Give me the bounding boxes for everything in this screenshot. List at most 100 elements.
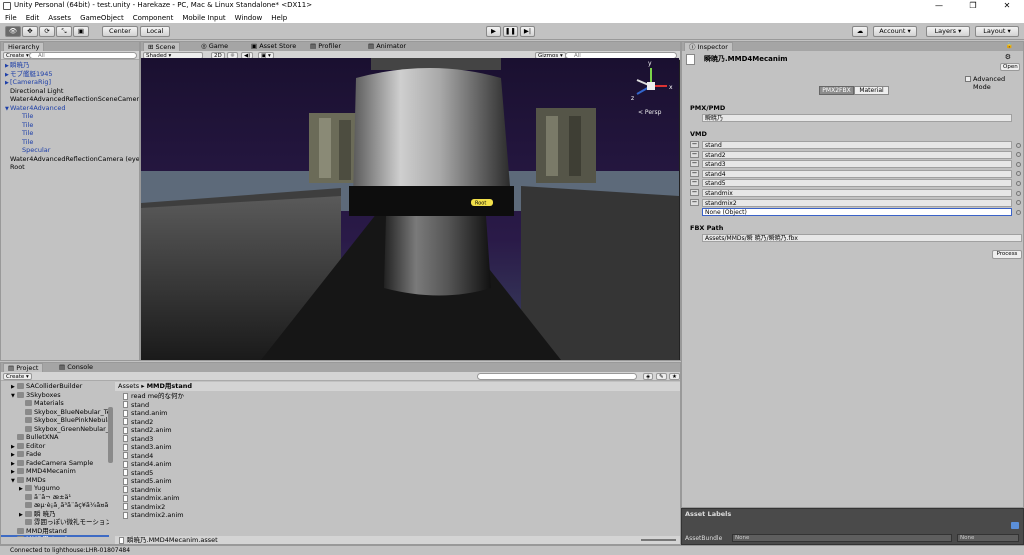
project-file-item[interactable]: standmix2.anim [123,511,523,520]
account-dropdown[interactable]: Account ▾ [873,26,917,37]
scene-viewport[interactable]: y x z < Persp Root [141,58,679,360]
hierarchy-item[interactable]: ▶モブ艦艇1945 [1,70,139,79]
object-picker-icon[interactable] [1016,180,1021,186]
vmd-field[interactable]: stand [702,141,1012,149]
hierarchy-item[interactable]: Tile [1,129,139,138]
project-folder-item[interactable]: MMD用stand [1,535,109,537]
hierarchy-item[interactable]: Water4AdvancedReflectionSceneCamera [1,95,139,104]
fbx-path-field[interactable]: Assets/MMDs/瞬 暁乃/瞬暁乃.fbx [702,234,1022,242]
project-file-item[interactable]: standmix2 [123,503,523,512]
project-file-item[interactable]: standmix [123,486,523,495]
project-folder-item[interactable]: æµ·è¡ã¸ã³ã¨ãç¥ã¼ã¤ã [1,501,109,510]
scale-tool-icon[interactable]: ⤡ [56,26,72,37]
hierarchy-item[interactable]: ▶[CameraRig] [1,78,139,87]
project-search-input[interactable] [477,373,637,380]
layers-dropdown[interactable]: Layers ▾ [926,26,970,37]
vmd-field[interactable]: stand4 [702,169,1012,178]
asset-bundle-select[interactable]: None [732,534,952,542]
project-folder-item[interactable]: Skybox_BlueNebular_Te [1,408,109,417]
project-folder-item[interactable]: ▼ MMDs [1,476,109,485]
advanced-mode-checkbox[interactable] [965,76,971,82]
tab-scene[interactable]: ⊞ Scene [143,42,181,51]
project-folder-item[interactable]: ã¨ã¬ æ±ä¹ [1,493,109,502]
project-file-item[interactable]: stand5 [123,469,523,478]
remove-vmd-button[interactable]: − [690,189,699,196]
rect-tool-icon[interactable]: ▣ [73,26,89,37]
object-picker-icon[interactable] [1016,190,1021,196]
asset-variant-select[interactable]: None [957,534,1019,542]
close-button[interactable]: ✕ [990,0,1024,12]
vmd-field[interactable]: stand2 [702,150,1012,159]
menu-window[interactable]: Window [235,14,263,22]
tab-console[interactable]: ▤ Console [55,363,97,372]
vmd-field[interactable]: standmix2 [702,198,1012,207]
project-file-item[interactable]: stand4 [123,452,523,461]
project-file-item[interactable]: read me的な何か [123,392,523,401]
project-file-item[interactable]: stand2.anim [123,426,523,435]
maximize-button[interactable]: ❐ [956,0,990,12]
project-folder-item[interactable]: Materials [1,399,109,408]
play-button[interactable]: ▶ [486,26,501,37]
menu-mobile-input[interactable]: Mobile Input [182,14,225,22]
tab-animator[interactable]: ▤ Animator [364,42,410,51]
tab-material[interactable]: Material [854,86,889,95]
object-picker-icon[interactable] [1016,142,1021,148]
object-picker-icon[interactable] [1016,200,1021,206]
cloud-icon[interactable]: ☁ [852,26,868,37]
menu-edit[interactable]: Edit [26,14,40,22]
rotate-tool-icon[interactable]: ⟳ [39,26,55,37]
hierarchy-item[interactable]: Tile [1,121,139,130]
object-picker-icon[interactable] [1016,152,1021,158]
process-button[interactable]: Process [992,250,1022,259]
breadcrumb-assets[interactable]: Assets [118,382,139,390]
menu-component[interactable]: Component [133,14,174,22]
project-file-item[interactable]: stand3.anim [123,443,523,452]
icon-size-slider[interactable] [641,539,676,541]
vmd-field[interactable]: stand5 [702,179,1012,188]
pivot-center-button[interactable]: Center [102,26,138,37]
project-file-item[interactable]: stand3 [123,435,523,444]
tab-inspector[interactable]: ⓘ Inspector [684,42,733,51]
project-file-item[interactable]: stand4.anim [123,460,523,469]
minimize-button[interactable]: — [922,0,956,12]
hierarchy-item[interactable]: Specular [1,146,139,155]
remove-vmd-button[interactable]: − [690,169,699,177]
project-create-button[interactable]: Create ▾ [3,373,32,380]
step-button[interactable]: ▶| [520,26,535,37]
project-folder-item[interactable]: Skybox_GreenNebular_ [1,425,109,434]
tab-project[interactable]: ▤ Project [3,363,44,372]
breadcrumb-current[interactable]: MMD用stand [147,382,192,390]
pmx-field[interactable]: 瞬暁乃 [702,114,1012,122]
tab-game[interactable]: ◎ Game [197,42,232,51]
project-folder-item[interactable]: MMD用stand [1,527,109,536]
hierarchy-search-input[interactable]: All [29,52,137,59]
hierarchy-item[interactable]: ▼Water4Advanced [1,104,139,113]
hierarchy-item[interactable]: Root [1,163,139,172]
project-folder-item[interactable]: ▶ FadeCamera Sample [1,459,109,468]
inspector-settings-icon[interactable]: ⚙ [1005,53,1011,61]
remove-vmd-button[interactable]: − [690,160,699,168]
project-folder-item[interactable]: ▶ SAColliderBuilder [1,382,109,391]
lock-icon[interactable]: 🔒 [1006,42,1013,49]
project-folder-item[interactable]: ▶ MMD4Mecanim [1,467,109,476]
hand-tool-icon[interactable]: 👁 [5,26,21,37]
tree-scrollbar[interactable] [108,407,113,463]
label-tag-icon[interactable] [1011,522,1019,529]
tab-asset-store[interactable]: ▣ Asset Store [247,42,300,51]
tab-hierarchy[interactable]: Hierarchy [3,42,45,51]
project-folder-item[interactable]: ▶ Yugumo [1,484,109,493]
project-folder-item[interactable]: ▶ Fade [1,450,109,459]
hierarchy-item[interactable]: Directional Light [1,87,139,96]
object-picker-icon[interactable] [1016,171,1021,177]
tab-pmx2fbx[interactable]: PMX2FBX [819,86,854,95]
project-folder-item[interactable]: ▼ 3Skyboxes [1,391,109,400]
vmd-field[interactable]: stand3 [702,160,1012,169]
vmd-empty-field[interactable]: None (Object) [702,208,1012,217]
pivot-local-button[interactable]: Local [140,26,170,37]
remove-vmd-button[interactable]: − [690,141,699,148]
hierarchy-item[interactable]: Water4AdvancedReflectionCamera (eye) [1,155,139,164]
menu-file[interactable]: File [5,14,17,22]
pause-button[interactable]: ❚❚ [503,26,518,37]
menu-help[interactable]: Help [271,14,287,22]
remove-vmd-button[interactable]: − [690,179,699,187]
